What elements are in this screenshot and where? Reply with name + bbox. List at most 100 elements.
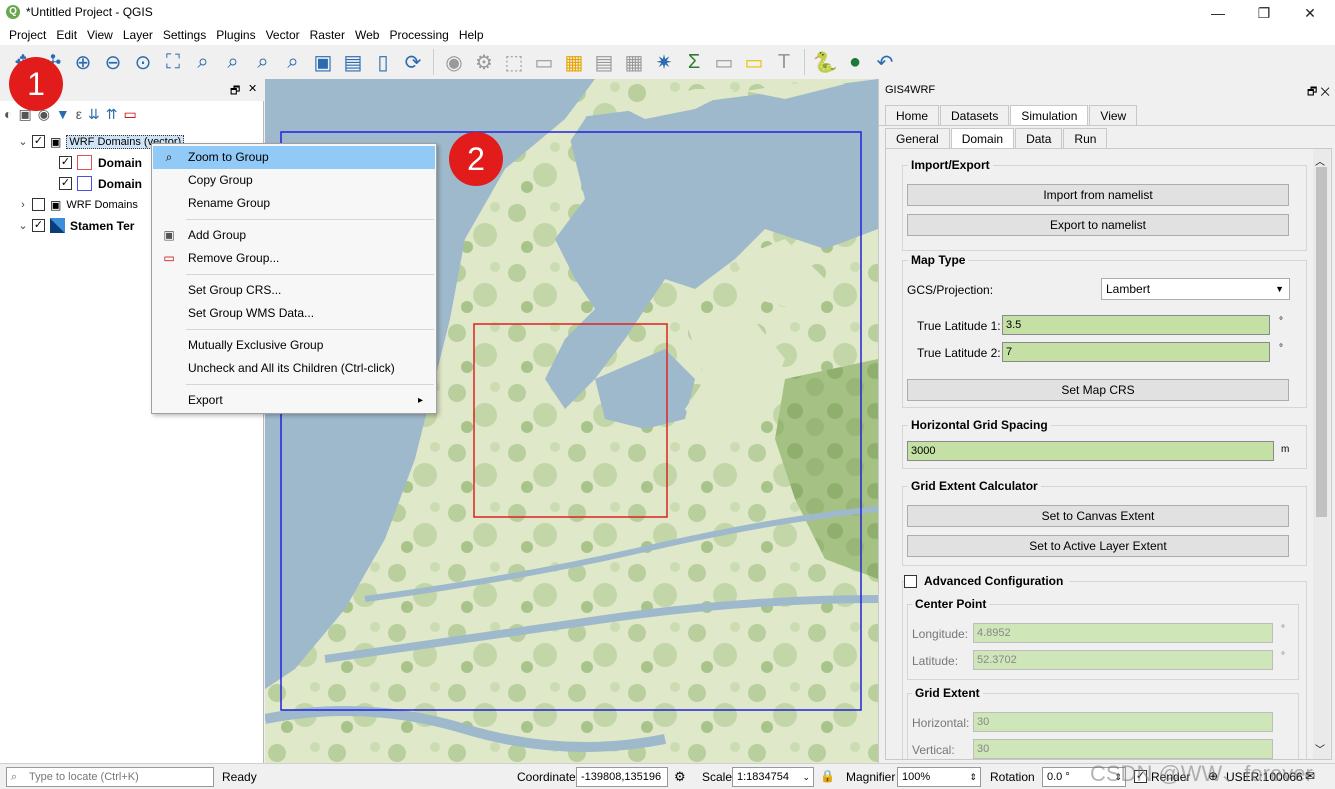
float-panel-icon[interactable]: 🗗: [230, 82, 240, 101]
layer-checkbox[interactable]: [32, 198, 45, 211]
open-styling-icon[interactable]: ◐: [4, 106, 12, 123]
field-calculator-icon[interactable]: ▦: [621, 49, 647, 75]
tab-run[interactable]: Run: [1063, 128, 1108, 148]
statistics-icon[interactable]: Σ: [681, 49, 707, 75]
zoom-native-icon[interactable]: ⊙: [130, 49, 156, 75]
menu-edit[interactable]: Edit: [51, 26, 82, 45]
export-namelist-button[interactable]: Export to namelist: [907, 214, 1289, 236]
select-features-icon[interactable]: ⬚: [501, 49, 527, 75]
zoom-next-icon[interactable]: ⌕: [280, 49, 306, 75]
collapse-all-icon[interactable]: ⇈: [106, 106, 118, 123]
measure-icon[interactable]: ▭: [711, 49, 737, 75]
menu-processing[interactable]: Processing: [384, 26, 453, 45]
expression-filter-icon[interactable]: ε: [76, 106, 82, 123]
menu-plugins[interactable]: Plugins: [211, 26, 260, 45]
zoom-to-selection-icon[interactable]: ⌕: [190, 49, 216, 75]
advanced-checkbox[interactable]: [904, 574, 917, 588]
advanced-checkbox-row[interactable]: Advanced Configuration: [904, 574, 1070, 588]
panel-float-close-icon[interactable]: 🗗 ✕: [1307, 83, 1330, 102]
collapse-arrow-icon[interactable]: ›: [16, 199, 30, 211]
extents-toggle-icon[interactable]: ⚙: [674, 769, 686, 785]
layer-checkbox[interactable]: ✓: [59, 177, 72, 190]
projection-select[interactable]: Lambert ▼: [1101, 278, 1290, 300]
latitude-input[interactable]: 52.3702: [973, 650, 1273, 670]
tab-domain[interactable]: Domain: [950, 128, 1015, 148]
set-canvas-extent-button[interactable]: Set to Canvas Extent: [907, 505, 1289, 527]
longitude-input[interactable]: 4.8952: [973, 623, 1273, 643]
layer-checkbox[interactable]: ✓: [32, 135, 45, 148]
remove-layer-icon[interactable]: ▭: [124, 106, 137, 123]
menu-item-copy-group[interactable]: Copy Group: [153, 169, 435, 192]
menu-item-set-group-crs[interactable]: Set Group CRS...: [153, 279, 435, 302]
menu-item-rename-group[interactable]: Rename Group: [153, 192, 435, 215]
magnifier-spinbox[interactable]: 100% ⇕: [897, 767, 981, 787]
coordinate-field[interactable]: -139808,135196: [576, 767, 668, 787]
close-button[interactable]: ✕: [1287, 2, 1333, 24]
set-layer-extent-button[interactable]: Set to Active Layer Extent: [907, 535, 1289, 557]
tab-simulation[interactable]: Simulation: [1010, 105, 1089, 125]
layer-checkbox[interactable]: ✓: [32, 219, 45, 232]
new-bookmark-icon[interactable]: ▣: [310, 49, 336, 75]
text-annotation-icon[interactable]: T: [771, 49, 797, 75]
true-lat2-input[interactable]: 7: [1002, 342, 1270, 362]
zoom-out-icon[interactable]: ⊖: [100, 49, 126, 75]
zoom-full-icon[interactable]: ⛶: [160, 49, 186, 75]
identify-icon[interactable]: ◉: [441, 49, 467, 75]
expand-all-icon[interactable]: ⇊: [88, 106, 100, 123]
action-icon[interactable]: ⚙: [471, 49, 497, 75]
menu-help[interactable]: Help: [454, 26, 489, 45]
undo-icon[interactable]: ↶: [872, 49, 898, 75]
messages-icon[interactable]: ✉: [1305, 769, 1315, 783]
menu-item-uncheck-children[interactable]: Uncheck and All its Children (Ctrl-click…: [153, 357, 435, 380]
python-icon[interactable]: 🐍: [812, 49, 838, 75]
set-map-crs-button[interactable]: Set Map CRS: [907, 379, 1289, 401]
annotation-icon[interactable]: ▭: [741, 49, 767, 75]
show-bookmarks-icon[interactable]: ▤: [340, 49, 366, 75]
scroll-down-icon[interactable]: ﹀: [1315, 741, 1325, 756]
lock-scale-icon[interactable]: 🔒: [820, 769, 835, 783]
expand-arrow-icon[interactable]: ⌄: [16, 135, 30, 148]
menu-item-mutually-exclusive[interactable]: Mutually Exclusive Group: [153, 334, 435, 357]
menu-item-add-group[interactable]: ▣ Add Group: [153, 224, 435, 247]
tab-general[interactable]: General: [885, 128, 950, 148]
locator-input[interactable]: ⌕ Type to locate (Ctrl+K): [6, 767, 214, 787]
minimize-button[interactable]: —: [1195, 2, 1241, 24]
menu-settings[interactable]: Settings: [158, 26, 211, 45]
menu-view[interactable]: View: [82, 26, 118, 45]
select-by-value-icon[interactable]: ▭: [531, 49, 557, 75]
globe-icon[interactable]: ●: [842, 49, 868, 75]
scroll-thumb[interactable]: [1316, 167, 1327, 517]
toolbox-icon[interactable]: ✷: [651, 49, 677, 75]
deselect-icon[interactable]: ▦: [561, 49, 587, 75]
menu-project[interactable]: Project: [4, 26, 51, 45]
import-namelist-button[interactable]: Import from namelist: [907, 184, 1289, 206]
map-tips-icon[interactable]: ▯: [370, 49, 396, 75]
menu-web[interactable]: Web: [350, 26, 384, 45]
zoom-to-layer-icon[interactable]: ⌕: [220, 49, 246, 75]
attribute-table-icon[interactable]: ▤: [591, 49, 617, 75]
scale-combo[interactable]: 1:1834754 ⌄: [732, 767, 814, 787]
horizontal-input[interactable]: 30: [973, 712, 1273, 732]
menu-vector[interactable]: Vector: [261, 26, 305, 45]
tab-view[interactable]: View: [1089, 105, 1138, 125]
maximize-button[interactable]: ❐: [1241, 2, 1287, 24]
menu-raster[interactable]: Raster: [305, 26, 350, 45]
zoom-last-icon[interactable]: ⌕: [250, 49, 276, 75]
tab-data[interactable]: Data: [1015, 128, 1063, 148]
menu-item-export[interactable]: Export ▸: [153, 389, 435, 412]
expand-arrow-icon[interactable]: ⌄: [16, 219, 30, 232]
zoom-in-icon[interactable]: ⊕: [70, 49, 96, 75]
true-lat1-input[interactable]: 3.5: [1002, 315, 1270, 335]
tab-home[interactable]: Home: [885, 105, 940, 125]
filter-icon[interactable]: ▼: [56, 106, 70, 123]
menu-item-zoom-to-group[interactable]: ⌕ Zoom to Group: [153, 146, 435, 169]
menu-layer[interactable]: Layer: [118, 26, 158, 45]
menu-item-remove-group[interactable]: ▭ Remove Group...: [153, 247, 435, 270]
menu-item-set-group-wms[interactable]: Set Group WMS Data...: [153, 302, 435, 325]
scroll-up-icon[interactable]: ︿: [1315, 153, 1325, 168]
tab-datasets[interactable]: Datasets: [940, 105, 1010, 125]
close-panel-icon[interactable]: ✕: [248, 82, 257, 95]
layer-checkbox[interactable]: ✓: [59, 156, 72, 169]
grid-spacing-input[interactable]: 3000: [907, 441, 1274, 461]
scrollbar[interactable]: ︿ ﹀: [1313, 149, 1330, 759]
